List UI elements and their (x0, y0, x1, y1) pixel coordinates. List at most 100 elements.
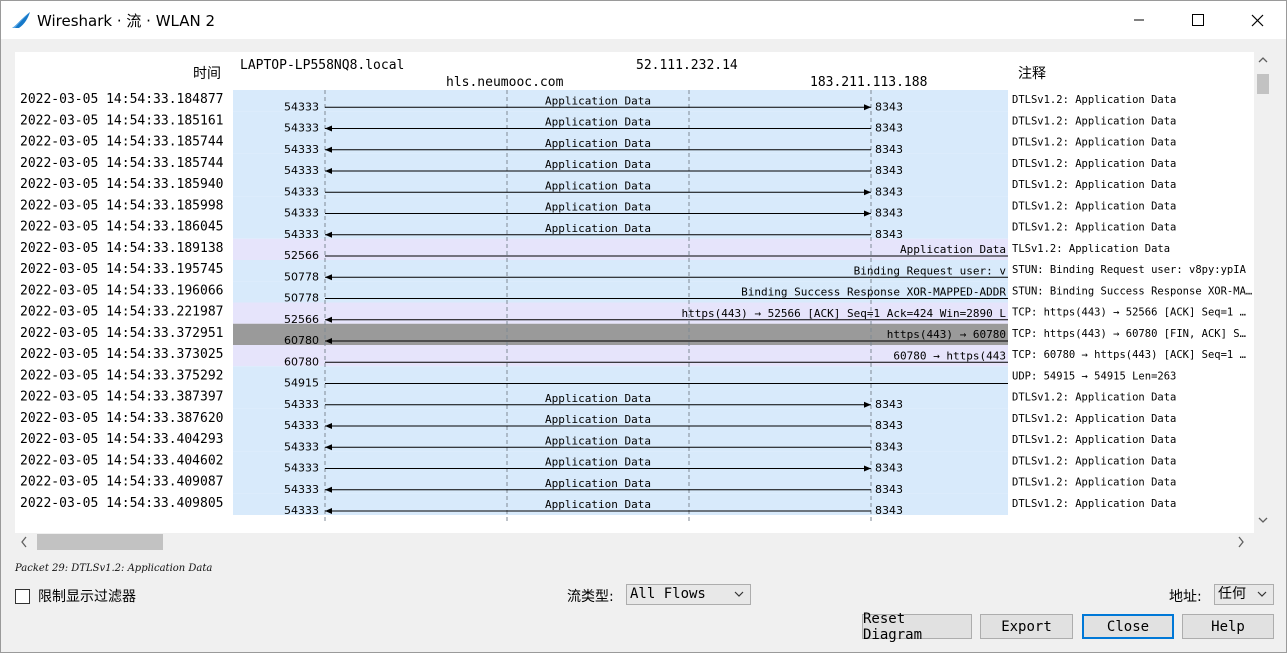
row-comment: DTLSv1.2: Application Data (1012, 115, 1176, 127)
host-label: 183.211.113.188 (810, 75, 927, 90)
row-comment: DTLSv1.2: Application Data (1012, 498, 1176, 510)
row-comment: DTLSv1.2: Application Data (1012, 413, 1176, 425)
dst-port: 8343 (875, 122, 903, 135)
reset-diagram-button[interactable]: Reset Diagram (862, 611, 972, 643)
row-comment: DTLSv1.2: Application Data (1012, 455, 1176, 467)
flow-row-band (233, 345, 1008, 367)
scroll-up-icon[interactable] (1258, 56, 1268, 64)
status-text: Packet 29: DTLSv1.2: Application Data (15, 563, 213, 574)
limit-filter-checkbox[interactable] (15, 588, 30, 604)
src-port: 54333 (284, 122, 319, 135)
vertical-scroll-thumb[interactable] (1257, 74, 1269, 94)
minimize-button[interactable] (1116, 1, 1162, 39)
address-select[interactable]: 任何 (1214, 584, 1274, 605)
maximize-button[interactable] (1175, 1, 1221, 39)
src-port: 60780 (284, 334, 319, 347)
flow-type-select[interactable]: All Flows (626, 584, 751, 605)
dst-port: 8343 (875, 100, 903, 113)
vertical-scrollbar[interactable] (1254, 52, 1272, 533)
host-label: 52.111.232.14 (636, 58, 738, 73)
row-comment: DTLSv1.2: Application Data (1012, 179, 1176, 191)
flow-graph-window: Wireshark · 流 · WLAN 2 时间 注释 LAPTOP-LP558N… (0, 0, 1287, 653)
row-comment: TLSv1.2: Application Data (1012, 243, 1170, 255)
arrow-label: Application Data (545, 222, 651, 235)
row-time: 2022-03-05 14:54:33.404293 (20, 432, 224, 447)
flow-type-value: All Flows (630, 586, 706, 602)
src-port: 54333 (284, 462, 319, 475)
arrow-label: https(443) → 52566 [ACK] Seq=1 Ack=424 W… (681, 307, 1006, 320)
row-time: 2022-03-05 14:54:33.184877 (20, 92, 224, 107)
src-port: 54333 (284, 100, 319, 113)
arrow-label: Application Data (545, 477, 651, 490)
help-button[interactable]: Help (1182, 614, 1274, 639)
wireshark-fin-icon (12, 12, 30, 28)
limit-display-filter[interactable]: 限制显示过滤器 (15, 586, 136, 606)
row-time: 2022-03-05 14:54:33.409805 (20, 496, 224, 511)
horizontal-scrollbar[interactable] (15, 533, 1254, 551)
row-time: 2022-03-05 14:54:33.185744 (20, 135, 224, 150)
row-time: 2022-03-05 14:54:33.185744 (20, 156, 224, 171)
dst-port: 8343 (875, 462, 903, 475)
dst-port: 8343 (875, 504, 903, 517)
close-icon (1251, 14, 1263, 26)
src-port: 54333 (284, 440, 319, 453)
src-port: 50778 (284, 292, 319, 305)
src-port: 54333 (284, 143, 319, 156)
src-port: 54333 (284, 228, 319, 241)
src-port: 52566 (284, 249, 319, 262)
row-comment: DTLSv1.2: Application Data (1012, 137, 1176, 149)
close-window-button[interactable] (1234, 1, 1280, 39)
arrow-label: Application Data (545, 137, 651, 150)
row-comment: DTLSv1.2: Application Data (1012, 158, 1176, 170)
src-port: 54333 (284, 185, 319, 198)
chevron-down-icon (734, 591, 744, 597)
row-comment: STUN: Binding Request user: v8py:ypIA (1012, 264, 1247, 276)
src-port: 54333 (284, 419, 319, 432)
close-button[interactable]: Close (1082, 614, 1174, 639)
flow-diagram[interactable]: 时间 注释 LAPTOP-LP558NQ8.local hls.neumooc.com… (15, 52, 1254, 533)
row-comment: DTLSv1.2: Application Data (1012, 222, 1176, 234)
row-time: 2022-03-05 14:54:33.404602 (20, 453, 224, 468)
arrow-label: Application Data (545, 94, 651, 107)
dst-port: 8343 (875, 143, 903, 156)
row-comment: DTLSv1.2: Application Data (1012, 477, 1176, 489)
row-comment: DTLSv1.2: Application Data (1012, 434, 1176, 446)
chevron-down-icon (1257, 591, 1267, 597)
src-port: 54333 (284, 504, 319, 517)
arrow-label: Application Data (545, 434, 651, 447)
scroll-right-icon[interactable] (1237, 536, 1245, 548)
arrow-label: Application Data (545, 158, 651, 171)
dst-port: 8343 (875, 207, 903, 220)
src-port: 54333 (284, 398, 319, 411)
row-comment: DTLSv1.2: Application Data (1012, 392, 1176, 404)
dst-port: 8343 (875, 440, 903, 453)
arrow-label: Application Data (545, 413, 651, 426)
src-port: 54333 (284, 207, 319, 220)
src-port: 54915 (284, 377, 319, 390)
row-comment: DTLSv1.2: Application Data (1012, 200, 1176, 212)
scroll-left-icon[interactable] (20, 536, 28, 548)
dst-port: 8343 (875, 398, 903, 411)
row-comment: TCP: https(443) → 60780 [FIN, ACK] S… (1012, 328, 1246, 340)
scroll-down-icon[interactable] (1258, 516, 1268, 524)
flow-diagram-canvas[interactable]: 时间 注释 LAPTOP-LP558NQ8.local hls.neumooc.com… (15, 52, 1254, 533)
src-port: 52566 (284, 313, 319, 326)
horizontal-scroll-thumb[interactable] (37, 534, 163, 550)
row-time: 2022-03-05 14:54:33.185940 (20, 177, 224, 192)
row-comment: TCP: 60780 → https(443) [ACK] Seq=1 … (1012, 349, 1246, 361)
export-button[interactable]: Export (980, 614, 1073, 639)
row-time: 2022-03-05 14:54:33.387397 (20, 390, 224, 405)
title-bar: Wireshark · 流 · WLAN 2 (1, 1, 1286, 39)
flow-row-band (233, 366, 1008, 388)
comment-column-header: 注释 (1018, 66, 1046, 82)
time-column-header: 时间 (193, 66, 221, 82)
src-port: 50778 (284, 270, 319, 283)
address-label: 地址: (1169, 589, 1202, 605)
host-label: LAPTOP-LP558NQ8.local (240, 58, 404, 73)
row-time: 2022-03-05 14:54:33.387620 (20, 411, 224, 426)
row-time: 2022-03-05 14:54:33.189138 (20, 241, 224, 256)
row-time: 2022-03-05 14:54:33.221987 (20, 305, 224, 320)
arrow-label: Application Data (545, 456, 651, 469)
arrow-label: Application Data (545, 179, 651, 192)
dst-port: 8343 (875, 483, 903, 496)
